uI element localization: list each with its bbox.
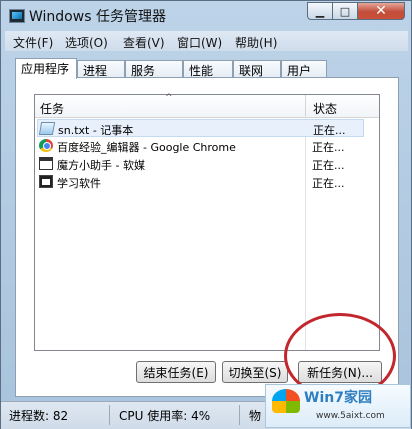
task-status: 正在... — [312, 159, 345, 172]
title-bar[interactable]: Windows 任务管理器 ▁ □ ✕ — [1, 1, 411, 29]
chrome-icon — [39, 139, 53, 152]
task-row[interactable]: 百度经验_编辑器 - Google Chrome 正在... — [37, 137, 364, 155]
maximize-icon: □ — [339, 4, 351, 18]
tab-processes[interactable]: 进程 — [77, 60, 125, 78]
task-row[interactable]: 魔方小助手 - 软媒 正在... — [37, 155, 364, 173]
task-row[interactable]: 学习软件 正在... — [37, 173, 364, 191]
task-status: 正在... — [313, 124, 346, 137]
task-row[interactable]: sn.txt - 记事本 正在... — [37, 119, 364, 137]
watermark-url: www.5aixt.com — [316, 411, 385, 421]
column-header-status[interactable]: 状态 — [313, 100, 337, 117]
menu-help[interactable]: 帮助(H) — [235, 34, 277, 51]
status-process-count: 进程数: 82 — [9, 409, 69, 423]
window-title: Windows 任务管理器 — [29, 9, 166, 25]
task-name: 魔方小助手 - 软媒 — [57, 159, 145, 172]
tab-applications[interactable]: 应用程序 — [15, 58, 77, 79]
task-manager-window: Windows 任务管理器 ▁ □ ✕ 文件(F) 选项(O) 查看(V) 窗口… — [0, 0, 412, 429]
task-status: 正在... — [312, 177, 345, 190]
watermark-title: Win7家园 — [304, 390, 372, 406]
minimize-icon: ▁ — [315, 4, 325, 18]
task-list[interactable]: ^ 任务 状态 sn.txt - 记事本 正在... 百度经验_编辑器 - Go… — [34, 93, 380, 351]
app-icon — [39, 175, 53, 188]
windows-logo-icon — [272, 389, 300, 413]
close-button[interactable]: ✕ — [357, 2, 405, 20]
tab-services[interactable]: 服务 — [125, 60, 183, 78]
task-list-header: ^ 任务 状态 — [35, 93, 379, 118]
task-manager-app-icon — [9, 9, 25, 23]
task-status: 正在... — [312, 141, 345, 154]
site-watermark: Win7家园 www.5aixt.com — [265, 384, 411, 428]
status-cpu-usage: CPU 使用率: 4% — [119, 409, 211, 423]
menu-file[interactable]: 文件(F) — [13, 34, 53, 51]
end-task-button[interactable]: 结束任务(E) — [136, 361, 216, 383]
status-divider — [239, 405, 240, 425]
task-name: sn.txt - 记事本 — [58, 124, 134, 137]
column-divider[interactable] — [305, 95, 306, 117]
switch-to-button[interactable]: 切换至(S) — [222, 361, 288, 383]
minimize-button[interactable]: ▁ — [307, 2, 333, 20]
status-memory: 物 — [249, 409, 262, 423]
tab-performance[interactable]: 性能 — [183, 60, 233, 78]
sort-ascending-icon: ^ — [165, 93, 173, 103]
task-name: 学习软件 — [57, 177, 101, 190]
task-name: 百度经验_编辑器 - Google Chrome — [57, 141, 236, 154]
window-icon — [39, 157, 53, 170]
tab-networking[interactable]: 联网 — [233, 60, 281, 78]
menu-bar: 文件(F) 选项(O) 查看(V) 窗口(W) 帮助(H) — [5, 31, 408, 51]
notepad-icon — [38, 122, 56, 135]
close-icon: ✕ — [375, 3, 387, 19]
maximize-button[interactable]: □ — [332, 2, 358, 20]
tab-users[interactable]: 用户 — [281, 60, 327, 78]
status-divider — [109, 405, 110, 425]
column-header-task[interactable]: 任务 — [40, 100, 64, 117]
menu-view[interactable]: 查看(V) — [123, 34, 165, 51]
menu-options[interactable]: 选项(O) — [65, 34, 108, 51]
menu-window[interactable]: 窗口(W) — [177, 34, 222, 51]
